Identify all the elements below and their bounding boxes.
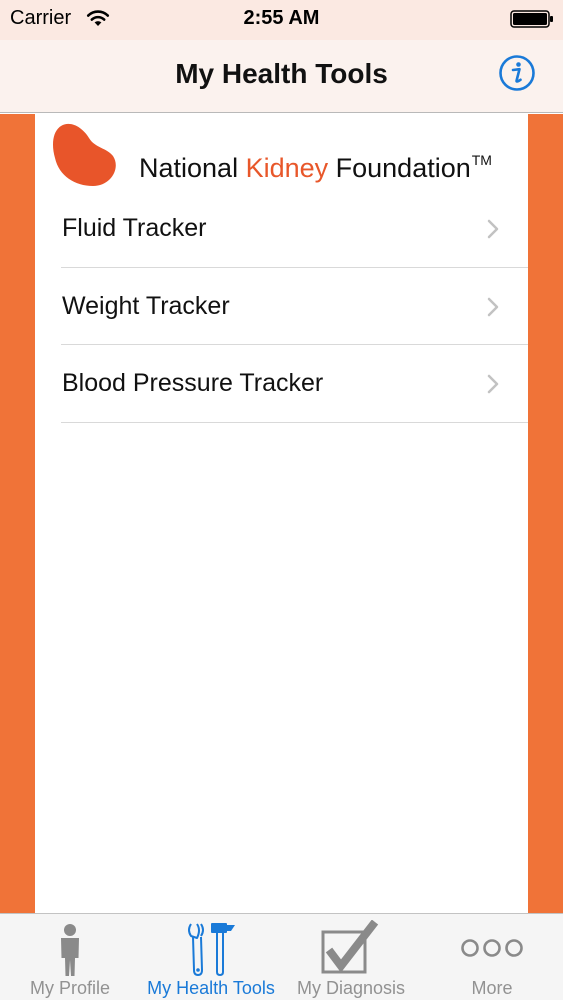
chevron-right-icon <box>487 219 499 239</box>
tab-label: My Health Tools <box>147 978 275 998</box>
list-item-label: Fluid Tracker <box>62 214 207 242</box>
kidney-icon <box>53 123 116 186</box>
tab-label: My Diagnosis <box>296 978 406 998</box>
tab-my-profile[interactable]: My Profile <box>0 914 140 1000</box>
tab-my-health-tools[interactable]: My Health Tools <box>141 914 281 1000</box>
logo-trademark: TM <box>471 152 492 168</box>
left-accent-border <box>0 114 35 913</box>
battery-icon <box>510 10 553 28</box>
tab-more[interactable]: More <box>422 914 562 1000</box>
info-icon[interactable] <box>498 54 536 92</box>
list-item-blood-pressure-tracker[interactable]: Blood Pressure Tracker <box>61 345 528 423</box>
person-icon <box>61 924 79 976</box>
list-item-fluid-tracker[interactable]: Fluid Tracker <box>61 190 528 268</box>
status-time: 2:55 AM <box>243 7 320 29</box>
list-item-weight-tracker[interactable]: Weight Tracker <box>61 268 528 345</box>
more-icon <box>461 939 523 957</box>
logo-text: National Kidney FoundationTM <box>139 152 492 184</box>
content-panel: National Kidney FoundationTM Fluid Track… <box>35 114 528 913</box>
tab-label: My Profile <box>29 978 110 998</box>
list-item-label: Weight Tracker <box>62 291 230 320</box>
list-item-label: Blood Pressure Tracker <box>62 369 324 397</box>
page-title: My Health Tools <box>175 58 388 89</box>
tools-icon <box>188 923 235 976</box>
chevron-right-icon <box>487 374 499 394</box>
logo-text-kidney: Kidney <box>245 153 329 183</box>
tab-label: More <box>471 978 513 998</box>
navigation-bar: My Health Tools <box>0 40 563 113</box>
logo-text-national: National <box>139 153 246 183</box>
right-accent-border <box>528 114 563 913</box>
chevron-right-icon <box>487 297 499 316</box>
checkbox-checked-icon <box>321 920 379 974</box>
status-bar: Carrier 2:55 AM <box>0 0 563 40</box>
logo-text-foundation: Foundation <box>328 153 471 183</box>
tools-list: Fluid Tracker Weight Tracker Blood Press… <box>61 190 528 423</box>
tab-my-diagnosis[interactable]: My Diagnosis <box>281 914 421 1000</box>
tab-bar: My Profile My Health Tools My Diagnosis … <box>0 913 563 1000</box>
nkf-logo: National Kidney FoundationTM <box>53 120 523 196</box>
